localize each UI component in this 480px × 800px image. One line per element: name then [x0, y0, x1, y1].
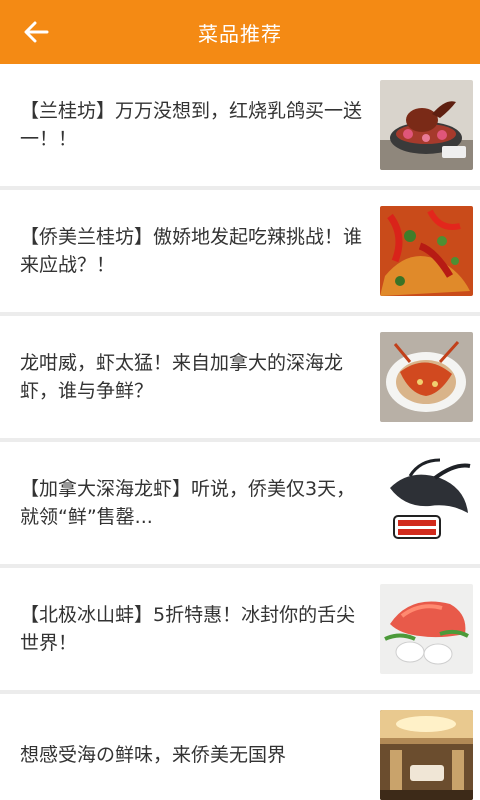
restaurant-hall-photo: [380, 710, 473, 800]
top-bar: 菜品推荐: [0, 0, 480, 64]
list-item[interactable]: 【北极冰山蚌】5折特惠！冰封你的舌尖世界！: [0, 568, 480, 694]
item-title: 龙咁威，虾太猛！来自加拿大的深海龙虾，谁与争鲜？: [20, 352, 344, 402]
item-title: 【侨美兰桂坊】傲娇地发起吃辣挑战！谁来应战？！: [20, 226, 363, 276]
item-title: 想感受海の鲜味，来侨美无国界: [20, 744, 287, 766]
list-item[interactable]: 想感受海の鲜味，来侨美无国界: [0, 694, 480, 800]
spicy-dish-photo: [380, 206, 473, 296]
live-lobster-photo: [380, 458, 473, 548]
roast-pigeon-photo: [380, 80, 473, 170]
item-title: 【加拿大深海龙虾】听说，侨美仅3天，就领“鲜”售罄...: [20, 478, 356, 528]
arrow-left-icon: [24, 21, 49, 43]
clam-platter-photo: [380, 584, 473, 674]
item-title: 【兰桂坊】万万没想到，红烧乳鸽买一送一！！: [20, 100, 363, 150]
list-item[interactable]: 【加拿大深海龙虾】听说，侨美仅3天，就领“鲜”售罄...: [0, 442, 480, 568]
list-item[interactable]: 龙咁威，虾太猛！来自加拿大的深海龙虾，谁与争鲜？: [0, 316, 480, 442]
app-screen: 菜品推荐 【兰桂坊】万万没想到，红烧乳鸽买一送一！！ 【侨美兰桂坊】傲娇地发起吃…: [0, 0, 480, 800]
dish-list: 【兰桂坊】万万没想到，红烧乳鸽买一送一！！ 【侨美兰桂坊】傲娇地发起吃辣挑战！谁…: [0, 64, 480, 800]
page-title: 菜品推荐: [198, 21, 282, 46]
back-button[interactable]: [14, 12, 58, 52]
item-title: 【北极冰山蚌】5折特惠！冰封你的舌尖世界！: [20, 604, 356, 654]
list-item[interactable]: 【兰桂坊】万万没想到，红烧乳鸽买一送一！！: [0, 64, 480, 190]
list-item[interactable]: 【侨美兰桂坊】傲娇地发起吃辣挑战！谁来应战？！: [0, 190, 480, 316]
lobster-dish-photo: [380, 332, 473, 422]
